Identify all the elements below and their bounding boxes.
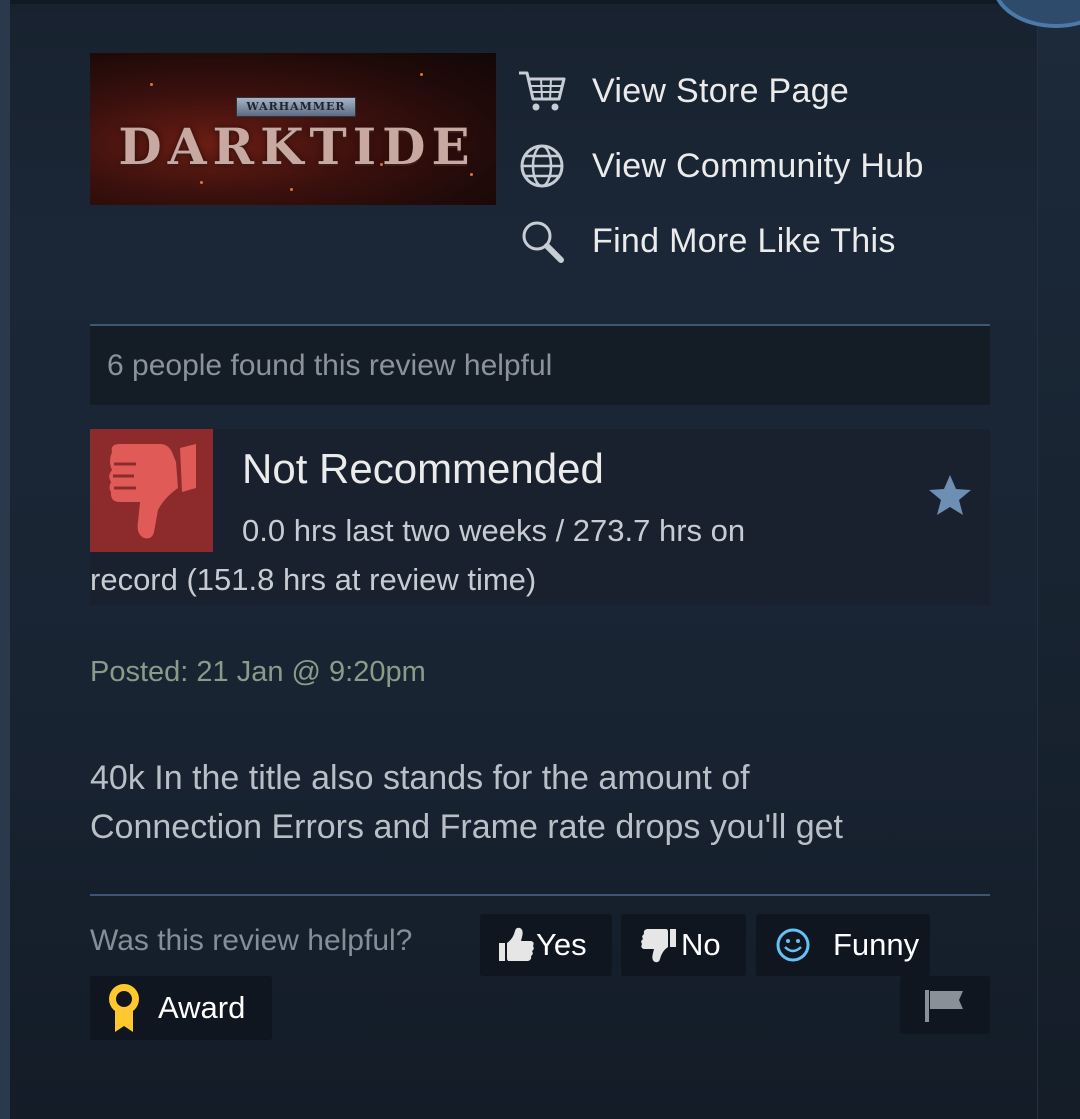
review-body-line: 40k In the title also stands for the amo… [90, 759, 750, 797]
vote-yes-label: Yes [536, 927, 587, 962]
verdict-title: Not Recommended [242, 445, 604, 492]
vote-yes-button[interactable]: Yes [480, 914, 612, 976]
game-logo-title: DARKTIDE [118, 117, 476, 176]
vote-no-label: No [681, 927, 721, 962]
thumbs-down-icon [90, 429, 213, 552]
right-scroll-strip [992, 0, 1080, 1119]
helpful-count-bar: 6 people found this review helpful [90, 326, 990, 405]
award-ribbon-icon [104, 982, 144, 1034]
corner-avatar-badge[interactable] [992, 0, 1080, 28]
vote-funny-button[interactable]: Funny [756, 914, 930, 976]
magnifier-icon [514, 213, 570, 269]
review-body-line: Connection Errors and Frame rate drops y… [90, 808, 843, 846]
divider [90, 894, 990, 896]
view-community-hub-label: View Community Hub [592, 146, 924, 185]
vote-header: Not Recommended 0.0 hrs last two weeks /… [90, 429, 990, 605]
ember [200, 181, 203, 184]
hours-played-line2: record (151.8 hrs at review time) [90, 562, 537, 597]
cart-icon [514, 63, 570, 119]
find-more-like-this-link[interactable]: Find More Like This [514, 210, 1014, 272]
left-border [0, 0, 10, 1119]
review-page: WARHAMMER DARKTIDE View Store Page View … [0, 0, 1080, 1119]
ember [150, 83, 153, 86]
ember [290, 188, 293, 191]
view-community-hub-link[interactable]: View Community Hub [514, 135, 1014, 197]
find-more-like-this-label: Find More Like This [592, 221, 896, 260]
hours-played-line1: 0.0 hrs last two weeks / 273.7 hrs on [242, 513, 746, 548]
star-icon [926, 471, 974, 519]
game-capsule-image[interactable]: WARHAMMER DARKTIDE [90, 53, 496, 205]
vote-no-button[interactable]: No [621, 914, 746, 976]
helpful-count-text: 6 people found this review helpful [107, 348, 553, 382]
award-label: Award [158, 990, 246, 1025]
report-button[interactable] [900, 976, 990, 1034]
view-store-page-label: View Store Page [592, 71, 850, 110]
helpful-question: Was this review helpful? [90, 924, 413, 957]
franchise-logo: WARHAMMER [236, 97, 356, 117]
globe-icon [514, 138, 570, 194]
award-button[interactable]: Award [90, 976, 272, 1040]
smiley-icon [771, 927, 815, 963]
thumbs-up-icon [496, 927, 536, 963]
thumbs-down-icon [637, 927, 681, 963]
review-body: 40k In the title also stands for the amo… [90, 754, 990, 852]
ember [420, 73, 423, 76]
view-store-page-link[interactable]: View Store Page [514, 60, 1014, 122]
top-border [10, 0, 1038, 4]
posted-date: Posted: 21 Jan @ 9:20pm [90, 656, 426, 688]
vote-funny-label: Funny [833, 927, 920, 962]
flag-icon [921, 986, 969, 1024]
